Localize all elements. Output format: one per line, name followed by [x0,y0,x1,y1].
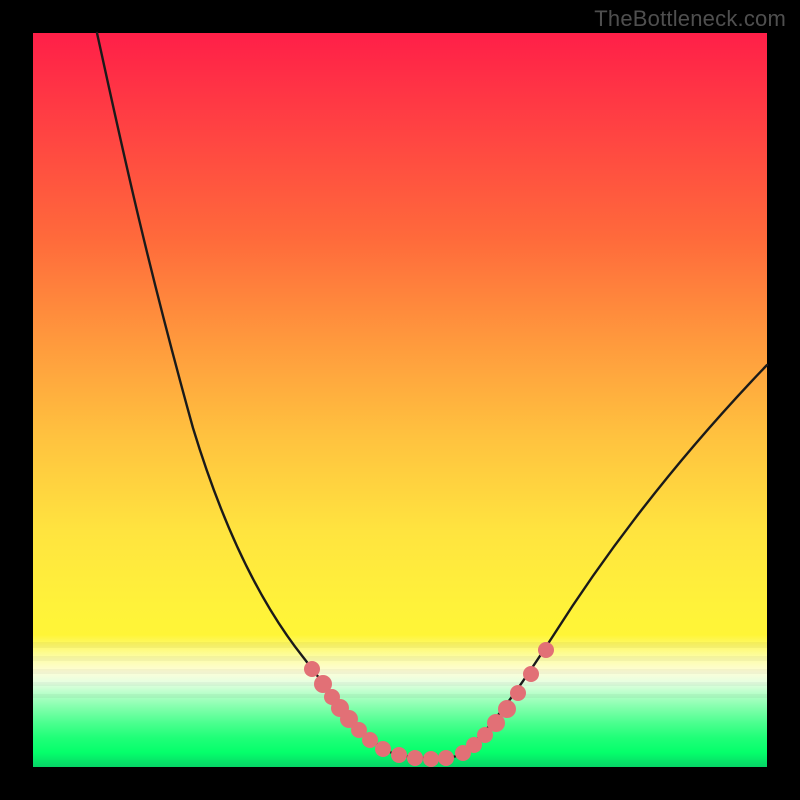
bead [523,666,539,682]
chart-frame: TheBottleneck.com [0,0,800,800]
bead [538,642,554,658]
bead [423,751,439,767]
plot-area [33,33,767,767]
bead [362,732,378,748]
bead [375,741,391,757]
bead [510,685,526,701]
beads-left [304,661,454,767]
beads-right [455,642,554,761]
curve-right-branch [458,365,767,756]
bead [391,747,407,763]
bead [498,700,516,718]
bead [438,750,454,766]
curve-left-branch [97,33,383,749]
bottleneck-curve [33,33,767,767]
bead [487,714,505,732]
watermark-text: TheBottleneck.com [594,6,786,32]
bead [407,750,423,766]
bead [304,661,320,677]
